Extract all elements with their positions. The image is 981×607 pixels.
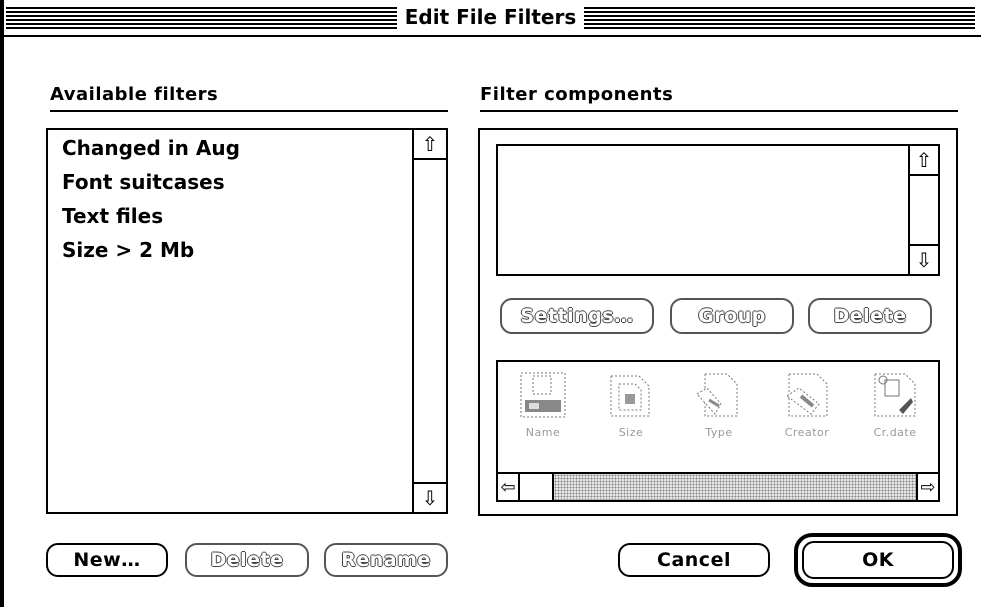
palette-horizontal-scrollbar[interactable]: ⇦ ⇨	[498, 472, 938, 500]
creation-date-icon	[874, 373, 916, 417]
name-component[interactable]: Name	[504, 370, 582, 450]
components-scrollbar[interactable]: ⇧ ⇩	[908, 146, 938, 274]
creation-date-component[interactable]: Cr.date	[856, 370, 934, 450]
list-item[interactable]: Size > 2 Mb	[62, 238, 194, 262]
creator-icon-label: Creator	[784, 426, 830, 439]
scroll-up-arrow-icon[interactable]: ⇧	[414, 130, 446, 160]
filter-components-rule	[480, 110, 958, 112]
components-list[interactable]: ⇧ ⇩	[496, 144, 940, 276]
cancel-button[interactable]: Cancel	[618, 543, 770, 577]
type-icon-label: Type	[705, 426, 733, 439]
scroll-track[interactable]	[554, 474, 916, 500]
name-icon-label: Name	[525, 426, 561, 439]
available-filters-rule	[50, 110, 448, 112]
delete-filter-button[interactable]: Delete	[185, 543, 309, 577]
scroll-right-arrow-icon[interactable]: ⇨	[916, 474, 938, 500]
scroll-left-arrow-icon[interactable]: ⇦	[498, 474, 520, 500]
creator-component[interactable]: Creator	[768, 370, 846, 450]
available-filters-label: Available filters	[50, 84, 219, 105]
scroll-thumb[interactable]	[520, 474, 554, 500]
available-filters-list[interactable]: Changed in Aug Font suitcases Text files…	[46, 128, 448, 514]
size-component[interactable]: Size	[592, 370, 670, 450]
ok-button[interactable]: OK	[802, 541, 954, 579]
window-title: Edit File Filters	[396, 5, 585, 29]
settings-button[interactable]: Settings…	[500, 298, 654, 334]
available-filters-scrollbar[interactable]: ⇧ ⇩	[412, 130, 446, 512]
scroll-down-arrow-icon[interactable]: ⇩	[910, 244, 938, 274]
delete-component-button[interactable]: Delete	[808, 298, 932, 334]
cr-date-icon-label: Cr.date	[873, 426, 917, 439]
list-item[interactable]: Font suitcases	[62, 170, 225, 194]
filter-components-label: Filter components	[480, 84, 674, 105]
rename-button[interactable]: Rename	[324, 543, 448, 577]
scroll-down-arrow-icon[interactable]: ⇩	[414, 482, 446, 512]
title-bar[interactable]: Edit File Filters	[0, 0, 981, 36]
name-icon	[520, 372, 566, 418]
creator-icon	[786, 373, 828, 417]
filter-components-panel: ⇧ ⇩ Settings… Group Delete Name Size Typ…	[478, 128, 958, 516]
size-icon-label: Size	[618, 426, 644, 439]
new-button[interactable]: New…	[46, 543, 168, 577]
size-icon	[610, 375, 650, 417]
component-icons-palette: Name Size Type Creator Cr.date ⇦ ⇨	[496, 360, 940, 502]
list-item[interactable]: Text files	[62, 204, 163, 228]
title-divider	[0, 35, 981, 37]
type-icon	[696, 373, 738, 417]
list-item[interactable]: Changed in Aug	[62, 136, 240, 160]
type-component[interactable]: Type	[680, 370, 758, 450]
group-button[interactable]: Group	[670, 298, 794, 334]
scroll-up-arrow-icon[interactable]: ⇧	[910, 146, 938, 176]
